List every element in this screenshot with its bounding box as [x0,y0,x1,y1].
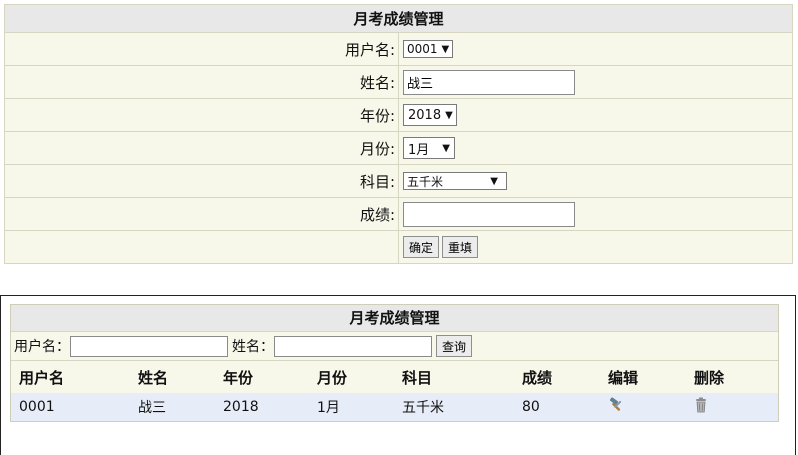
subject-label: 科目: [4,164,399,198]
column-header: 用户名 [19,368,65,387]
month-label: 月份: [4,131,399,165]
form-row-name: 姓名: [4,65,793,99]
subject-select[interactable]: 五千米 ▼ [403,172,507,190]
score-entry-form: 月考成绩管理 用户名: 0001 ▼ 姓名: 年份: 2018 ▼ 月份: 1月 [4,4,793,264]
search-username-input[interactable] [70,335,228,357]
cell-edit [600,393,686,421]
form-row-score: 成绩: [4,197,793,231]
form-row-month: 月份: 1月 ▼ [4,131,793,165]
form-title: 月考成绩管理 [4,4,793,33]
score-table: 用户名 姓名 年份 月份 科目 成绩 编辑 删除 0001 战三 2018 1月… [11,361,778,421]
hammer-icon[interactable] [608,397,624,417]
cell-month: 1月 [309,393,394,421]
form-row-subject: 科目: 五千米 ▼ [4,164,793,198]
cell-username: 0001 [11,393,130,421]
cell-score: 80 [514,393,600,421]
dropdown-arrow-icon: ▼ [445,109,453,121]
column-header: 年份 [223,368,254,387]
dropdown-arrow-icon: ▼ [490,175,498,187]
search-name-label: 姓名： [232,339,274,355]
column-header: 科目 [402,368,433,387]
column-header: 成绩 [522,368,553,387]
search-bar: 用户名： 姓名： 查询 [11,332,778,361]
name-label: 姓名: [4,65,399,99]
table-row: 0001 战三 2018 1月 五千米 80 [11,393,778,421]
search-username-label: 用户名： [14,339,70,355]
column-header: 删除 [694,368,725,387]
form-row-username: 用户名: 0001 ▼ [4,32,793,66]
year-select[interactable]: 2018 ▼ [403,104,457,126]
search-name-input[interactable] [274,335,432,357]
score-list-panel: 月考成绩管理 用户名： 姓名： 查询 用户名 姓名 年份 月份 科目 成绩 编辑… [0,295,796,455]
cell-name: 战三 [130,393,215,421]
form-row-actions: 确定 重填 [4,230,793,264]
query-button[interactable]: 查询 [436,335,473,357]
column-header: 月份 [317,368,348,387]
username-label: 用户名: [4,32,399,66]
cell-subject: 五千米 [394,393,514,421]
name-input[interactable] [403,69,575,95]
table-header: 用户名 姓名 年份 月份 科目 成绩 编辑 删除 [11,361,778,393]
list-title: 月考成绩管理 [11,305,778,332]
form-row-year: 年份: 2018 ▼ [4,98,793,132]
year-label: 年份: [4,98,399,132]
username-select[interactable]: 0001 ▼ [403,40,453,58]
reset-button[interactable]: 重填 [442,236,479,258]
score-list-box: 月考成绩管理 用户名： 姓名： 查询 用户名 姓名 年份 月份 科目 成绩 编辑… [10,304,779,422]
column-header: 姓名 [138,368,169,387]
score-label: 成绩: [4,197,399,231]
confirm-button[interactable]: 确定 [403,236,440,258]
trash-icon[interactable] [694,397,708,417]
dropdown-arrow-icon: ▼ [442,142,450,154]
score-input[interactable] [403,201,575,227]
column-header: 编辑 [608,368,639,387]
cell-year: 2018 [215,393,309,421]
month-select[interactable]: 1月 ▼ [403,137,455,159]
dropdown-arrow-icon: ▼ [441,43,450,55]
cell-delete [686,393,778,421]
